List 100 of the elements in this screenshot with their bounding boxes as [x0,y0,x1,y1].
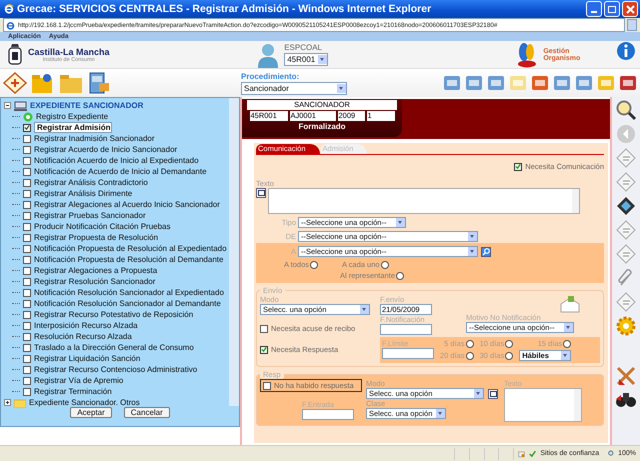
checkbox[interactable] [23,366,31,374]
tree-item[interactable]: Expediente Sancionador. Otros [29,398,140,407]
checkbox[interactable] [23,332,31,340]
settings-icon[interactable] [615,315,637,337]
date-field[interactable] [302,409,354,420]
tree-item[interactable]: Registrar Recurso Potestativo de Reposición [34,310,194,319]
radio-button[interactable] [310,260,318,268]
checkbox[interactable] [23,146,31,154]
save-icon[interactable] [615,195,637,217]
tree-item[interactable]: Producir Notificación Citación Pruebas [34,222,171,231]
dialog-button[interactable]: Cancelar [124,407,170,418]
certificate-icon[interactable] [3,72,27,94]
tree-item[interactable]: Notificación Acuerdo de Inicio al Expedientado [34,156,199,165]
checkbox[interactable] [260,324,268,332]
date-field[interactable] [380,324,432,335]
user-icon [257,42,280,68]
tree-item[interactable]: Registrar Recurso Contencioso Administrativo [34,365,198,374]
document-icon[interactable] [615,147,637,169]
radio-button[interactable] [505,352,514,360]
tree-item[interactable]: Notificación Resolución Sancionador al Demandante [34,299,221,308]
file-cabinet-icon[interactable] [87,72,111,94]
procedure-label: Procedimiento: [241,72,300,80]
checkbox[interactable] [23,278,31,286]
checkbox[interactable] [23,168,31,176]
checkmark-icon [529,448,536,458]
tree-item[interactable]: Registrar Propuesta de Resolución [34,233,158,242]
info-icon[interactable] [616,41,636,61]
tree-item[interactable]: Registrar Inadmisión Sancionador [34,134,155,143]
tree-item[interactable]: Interposición Recurso Alzada [34,321,138,330]
checkbox[interactable] [23,212,31,220]
checkbox[interactable] [23,300,31,308]
tools-icon[interactable] [615,365,637,387]
search-icon[interactable] [615,99,637,121]
checkbox[interactable] [23,234,31,242]
procedure-dropdown[interactable]: Sancionador [241,82,347,94]
checkbox[interactable] [23,190,31,198]
close-icon[interactable] [626,4,634,14]
date-field[interactable] [382,348,434,359]
radio-button[interactable] [563,340,572,348]
checkbox[interactable] [23,244,31,252]
tree-item[interactable]: Notificación Propuesta de Resolución al Expedientado [34,244,227,253]
tree-item[interactable]: Notificación de Acuerdo de Inicio al Demandante [34,167,207,176]
envelope-icon[interactable] [560,295,580,313]
computer-icon [14,100,27,110]
collapse-icon[interactable] [4,102,11,109]
tree-item[interactable]: EXPEDIENTE SANCIONADOR [30,101,144,110]
checkbox[interactable] [23,388,31,396]
checkbox[interactable] [23,310,31,318]
zoom-icon[interactable] [608,449,614,458]
dialog-button[interactable]: Aceptar [70,407,112,418]
tree-item[interactable]: Registrar Admisión [34,122,112,133]
tree-item[interactable]: Notificación Resolución Sancionador al Expedientado [34,288,224,297]
checkbox[interactable] [23,288,31,296]
tree-item[interactable]: Resolución Recurso Alzada [34,332,132,341]
tree-item[interactable]: Registrar Análisis Dirimente [34,189,132,198]
checkbox[interactable] [23,124,31,132]
checkbox[interactable] [263,382,271,390]
tree-item[interactable]: Registrar Acuerdo de Inicio Sancionador [34,145,178,154]
checkbox[interactable] [23,156,31,164]
tree-item[interactable]: Registrar Alegaciones al Acuerdo Inicio Sancionador [34,200,220,209]
checkbox[interactable] [23,256,31,264]
expand-editor-button[interactable] [256,188,266,198]
scrollbar[interactable] [229,98,239,406]
folder-person-icon[interactable] [31,72,55,94]
radio-button[interactable] [396,272,404,280]
expand-editor-button[interactable] [488,389,498,399]
expand-icon[interactable] [4,399,11,406]
tree-item[interactable]: Traslado a la Dirección General de Consumo [34,343,194,352]
checkbox[interactable] [23,222,31,230]
tree-item[interactable]: Notificación Propuesta de Resolución al Demandante [34,255,224,264]
restore-button[interactable] [604,1,620,17]
checkbox[interactable] [23,200,31,208]
checkbox[interactable] [23,376,31,384]
checkbox[interactable] [23,354,31,362]
close-button[interactable] [622,1,638,17]
radio-button[interactable] [380,260,389,268]
radio-button[interactable] [466,340,474,348]
checkbox[interactable] [23,134,31,142]
butterfly-logo-icon [516,42,538,68]
tree-item[interactable]: Registrar Resolución Sancionador [34,277,156,286]
radio-button[interactable] [505,340,514,348]
radio-button[interactable] [466,352,474,360]
checkbox[interactable] [260,346,268,354]
tree-item[interactable]: Registrar Vía de Apremio [34,376,124,385]
tree-item[interactable]: Registrar Análisis Contradictorio [34,178,148,187]
tree-item[interactable]: Registrar Alegaciones a Propuesta [34,266,158,275]
office-dropdown[interactable]: 45R001 [284,53,328,66]
minimize-button[interactable] [586,1,602,17]
checkbox[interactable] [23,322,31,330]
checkbox[interactable] [514,162,522,170]
tree-item[interactable]: Registrar Terminación [34,387,112,396]
tree-item[interactable]: Registrar Liquidación Sanción [34,354,140,363]
tree-item[interactable]: Registrar Pruebas Sancionador [34,211,146,220]
record-status: Formalizado [298,122,346,131]
checkbox[interactable] [23,266,31,274]
checkbox[interactable] [23,344,31,352]
checkbox[interactable] [23,178,31,186]
tree-item[interactable]: Registro Expediente [36,112,108,121]
search-button[interactable] [481,246,491,256]
gear-icon [23,112,33,122]
